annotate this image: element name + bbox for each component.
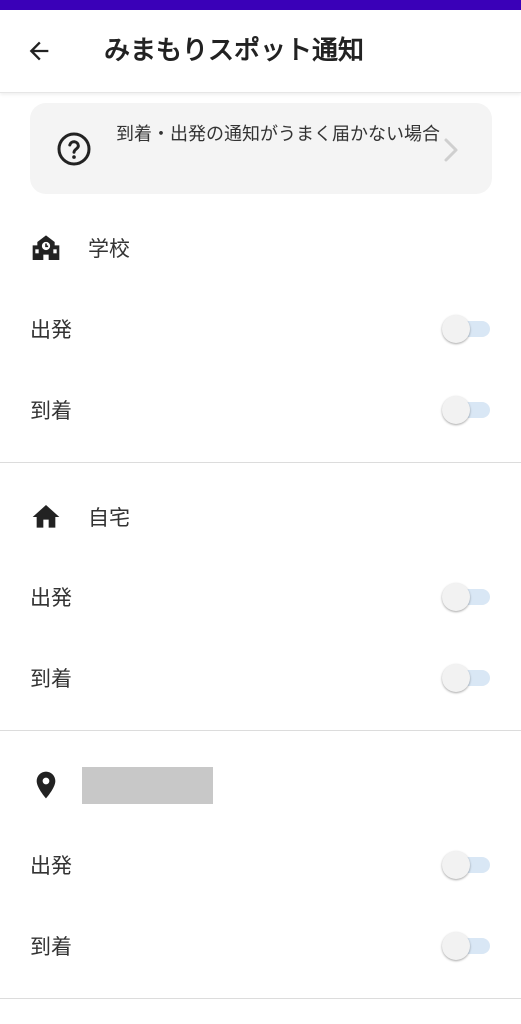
row-label: 到着 xyxy=(30,399,72,423)
location-pin-icon xyxy=(30,769,62,801)
home-departure-row: 出発 xyxy=(30,572,492,622)
section-title-school: 学校 xyxy=(88,237,130,261)
section-divider xyxy=(0,462,521,463)
section-divider xyxy=(0,730,521,731)
status-bar xyxy=(0,0,521,10)
row-label: 出発 xyxy=(30,586,72,610)
toggle-thumb xyxy=(442,851,470,879)
custom-departure-toggle[interactable] xyxy=(442,850,492,880)
school-departure-toggle[interactable] xyxy=(442,314,492,344)
school-departure-row: 出発 xyxy=(30,304,492,354)
section-header-custom-spot xyxy=(30,765,213,805)
section-divider xyxy=(0,998,521,999)
section-header-home: 自宅 xyxy=(30,497,130,537)
custom-arrival-toggle[interactable] xyxy=(442,931,492,961)
school-arrival-row: 到着 xyxy=(30,385,492,435)
section-title-home: 自宅 xyxy=(88,506,130,530)
row-label: 到着 xyxy=(30,935,72,959)
back-button[interactable] xyxy=(22,34,56,68)
arrow-left-icon xyxy=(29,41,49,61)
redacted-spot-name xyxy=(82,766,213,804)
help-card-link[interactable]: 到着・出発の通知がうまく届かない場合 xyxy=(30,103,492,194)
toggle-thumb xyxy=(442,664,470,692)
school-arrival-toggle[interactable] xyxy=(442,395,492,425)
toggle-thumb xyxy=(442,315,470,343)
home-departure-toggle[interactable] xyxy=(442,582,492,612)
home-arrival-row: 到着 xyxy=(30,653,492,703)
home-icon xyxy=(30,501,62,533)
question-circle-icon xyxy=(57,132,91,166)
section-header-school: 学校 xyxy=(30,228,130,268)
home-arrival-toggle[interactable] xyxy=(442,663,492,693)
toggle-thumb xyxy=(442,932,470,960)
toggle-thumb xyxy=(442,396,470,424)
row-label: 到着 xyxy=(30,667,72,691)
custom-departure-row: 出発 xyxy=(30,840,492,890)
help-card-text: 到着・出発の通知がうまく届かない場合 xyxy=(116,124,440,145)
toggle-thumb xyxy=(442,583,470,611)
row-label: 出発 xyxy=(30,318,72,342)
custom-arrival-row: 到着 xyxy=(30,921,492,971)
chevron-right-icon xyxy=(444,138,458,162)
app-bar: みまもりスポット通知 xyxy=(0,10,521,93)
school-icon xyxy=(30,232,62,264)
row-label: 出発 xyxy=(30,854,72,878)
page-title: みまもりスポット通知 xyxy=(104,36,365,66)
